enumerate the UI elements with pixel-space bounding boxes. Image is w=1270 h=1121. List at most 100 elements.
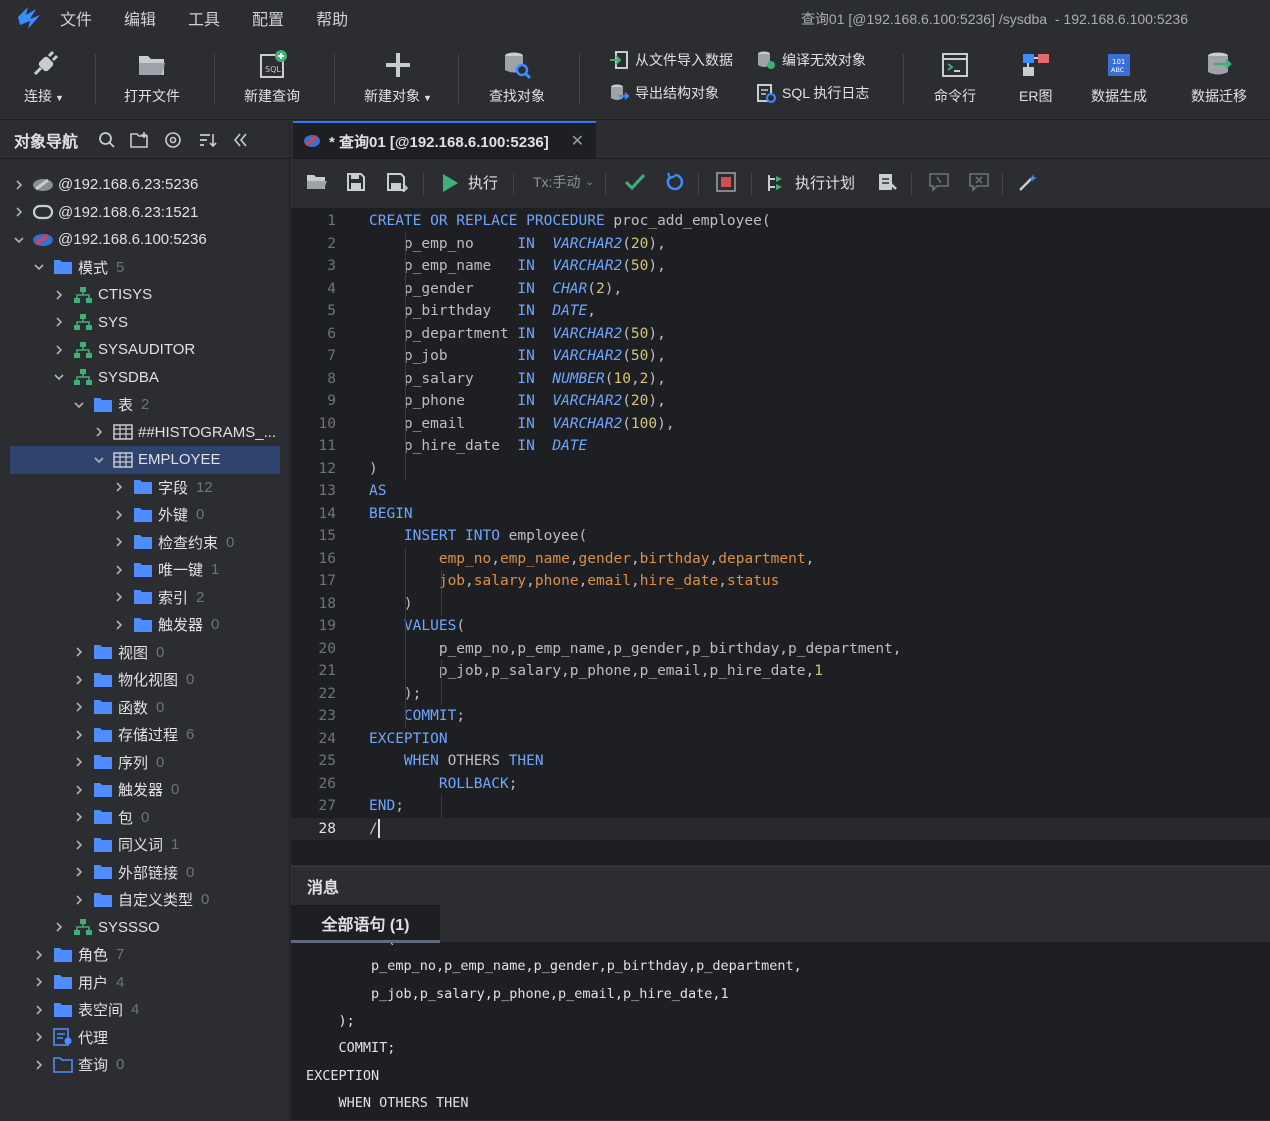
tree-node[interactable]: @192.168.6.100:5236 — [0, 226, 290, 254]
tree-node[interactable]: 视图 0 — [0, 639, 290, 667]
code-line[interactable]: 25 WHEN OTHERS THEN — [291, 750, 1270, 773]
find-object-button[interactable]: 查找对象 — [489, 48, 545, 106]
tree-node[interactable]: 触发器 0 — [0, 776, 290, 804]
chevron-down-icon[interactable] — [72, 398, 86, 412]
chevron-right-icon[interactable] — [32, 1003, 46, 1017]
tree-node[interactable]: 表2 — [0, 391, 290, 419]
data-migrate-button[interactable]: 数据迁移 — [1191, 48, 1247, 106]
new-object-button[interactable]: 新建对象 ▼ — [364, 48, 432, 106]
chevron-right-icon[interactable] — [112, 480, 126, 494]
code-line[interactable]: 7 p_job IN VARCHAR2(50), — [291, 345, 1270, 368]
code-line[interactable]: 15 INSERT INTO employee( — [291, 525, 1270, 548]
import-data-button[interactable]: 从文件导入数据 — [609, 50, 733, 70]
sql-code-editor[interactable]: 1 CREATE OR REPLACE PROCEDURE proc_add_em… — [291, 210, 1270, 840]
chevron-right-icon[interactable] — [72, 893, 86, 907]
tree-node[interactable]: 外部链接 0 — [0, 859, 290, 887]
new-query-button[interactable]: SQL 新建查询 — [244, 48, 300, 106]
filter-icon[interactable] — [164, 131, 184, 149]
chevron-right-icon[interactable] — [72, 673, 86, 687]
tree-node[interactable]: SYSAUDITOR — [0, 336, 290, 364]
open-file-icon[interactable] — [306, 172, 328, 192]
search-icon[interactable] — [98, 131, 116, 149]
tree-node[interactable]: ##HISTOGRAMS_... — [0, 419, 290, 447]
code-line[interactable]: 26 ROLLBACK; — [291, 773, 1270, 796]
chevron-right-icon[interactable] — [72, 700, 86, 714]
code-line[interactable]: 22 ); — [291, 683, 1270, 706]
execute-button[interactable]: 执行 — [441, 172, 498, 193]
code-line[interactable]: 21 p_job,p_salary,p_phone,p_email,p_hire… — [291, 660, 1270, 683]
code-line[interactable]: 24 EXCEPTION — [291, 728, 1270, 751]
tree-node[interactable]: 包0 — [0, 804, 290, 832]
tree-node[interactable]: 序列 0 — [0, 749, 290, 777]
tree-node[interactable]: 触发器 0 — [0, 611, 290, 639]
menu-config[interactable]: 配置 — [252, 6, 284, 30]
code-line[interactable]: 5 p_birthday IN DATE, — [291, 300, 1270, 323]
chevron-down-icon[interactable] — [52, 370, 66, 384]
uncomment-icon[interactable] — [968, 172, 990, 192]
stop-icon[interactable] — [716, 172, 736, 192]
tab-all-statements[interactable]: 全部语句 (1) — [291, 905, 440, 943]
chevron-right-icon[interactable] — [72, 728, 86, 742]
chevron-right-icon[interactable] — [12, 205, 26, 219]
chevron-right-icon[interactable] — [72, 783, 86, 797]
tree-node[interactable]: SYSDBA — [0, 364, 290, 392]
magic-wand-icon[interactable] — [1017, 172, 1039, 192]
tree-node[interactable]: 同义词 1 — [0, 831, 290, 859]
code-line[interactable]: 6 p_department IN VARCHAR2(50), — [291, 323, 1270, 346]
chevron-right-icon[interactable] — [52, 288, 66, 302]
tree-node[interactable]: 表空间 4 — [0, 996, 290, 1024]
tab-query01[interactable]: * 查询01 [@192.168.6.100:5236] ✕ — [293, 121, 596, 159]
chevron-right-icon[interactable] — [52, 343, 66, 357]
chevron-right-icon[interactable] — [92, 425, 106, 439]
chevron-down-icon[interactable] — [12, 233, 26, 247]
chevron-right-icon[interactable] — [32, 1058, 46, 1072]
chevron-right-icon[interactable] — [112, 590, 126, 604]
menu-edit[interactable]: 编辑 — [124, 6, 156, 30]
command-line-button[interactable]: 命令行 — [934, 48, 976, 106]
tree-node[interactable]: 函数 0 — [0, 694, 290, 722]
tree-node[interactable]: 存储过程 6 — [0, 721, 290, 749]
exec-plan-button[interactable]: 执行计划 — [767, 172, 855, 193]
tree-node[interactable]: SYS — [0, 309, 290, 337]
code-line[interactable]: 16 emp_no,emp_name,gender,birthday,depar… — [291, 548, 1270, 571]
code-line[interactable]: 8 p_salary IN NUMBER(10,2), — [291, 368, 1270, 391]
chevron-right-icon[interactable] — [52, 920, 66, 934]
tree-node[interactable]: @192.168.6.23:1521 — [0, 199, 290, 227]
collapse-panel-icon[interactable] — [232, 132, 248, 148]
code-line[interactable]: 11 p_hire_date IN DATE — [291, 435, 1270, 458]
tree-node[interactable]: 检查约束 0 — [0, 529, 290, 557]
code-line[interactable]: 13 AS — [291, 480, 1270, 503]
chevron-right-icon[interactable] — [12, 178, 26, 192]
tree-node[interactable]: 外键 0 — [0, 501, 290, 529]
chevron-right-icon[interactable] — [112, 563, 126, 577]
chevron-right-icon[interactable] — [32, 1030, 46, 1044]
code-line[interactable]: 27 END; — [291, 795, 1270, 818]
compile-invalid-button[interactable]: 编译无效对象 — [756, 50, 866, 70]
rollback-icon[interactable] — [665, 172, 685, 192]
code-line[interactable]: 3 p_emp_name IN VARCHAR2(50), — [291, 255, 1270, 278]
tree-node[interactable]: 索引 2 — [0, 584, 290, 612]
chevron-right-icon[interactable] — [72, 865, 86, 879]
chevron-right-icon[interactable] — [72, 645, 86, 659]
format-sql-icon[interactable] — [877, 172, 897, 192]
close-icon[interactable]: ✕ — [571, 131, 584, 151]
data-generate-button[interactable]: 101 ABC 数据生成 — [1091, 48, 1147, 106]
tree-node[interactable]: 角色 7 — [0, 941, 290, 969]
tree-node[interactable]: 查询 0 — [0, 1051, 290, 1079]
code-line[interactable]: 28 / — [291, 817, 1270, 840]
chevron-right-icon[interactable] — [112, 508, 126, 522]
chevron-right-icon[interactable] — [72, 838, 86, 852]
export-struct-button[interactable]: 导出结构对象 — [609, 83, 719, 103]
new-folder-icon[interactable] — [130, 131, 150, 149]
chevron-right-icon[interactable] — [72, 810, 86, 824]
tree-node[interactable]: 用户 4 — [0, 969, 290, 997]
chevron-right-icon[interactable] — [32, 975, 46, 989]
tree-node[interactable]: 自定义类型 0 — [0, 886, 290, 914]
sort-icon[interactable] — [198, 131, 218, 149]
tree-node[interactable]: 字段 12 — [0, 474, 290, 502]
sql-log-button[interactable]: SQL 执行日志 — [756, 83, 869, 103]
code-line[interactable]: 14 BEGIN — [291, 503, 1270, 526]
save-as-icon[interactable] — [386, 172, 408, 192]
tree-node[interactable]: 物化视图 0 — [0, 666, 290, 694]
open-file-button[interactable]: 打开文件 — [124, 48, 180, 106]
